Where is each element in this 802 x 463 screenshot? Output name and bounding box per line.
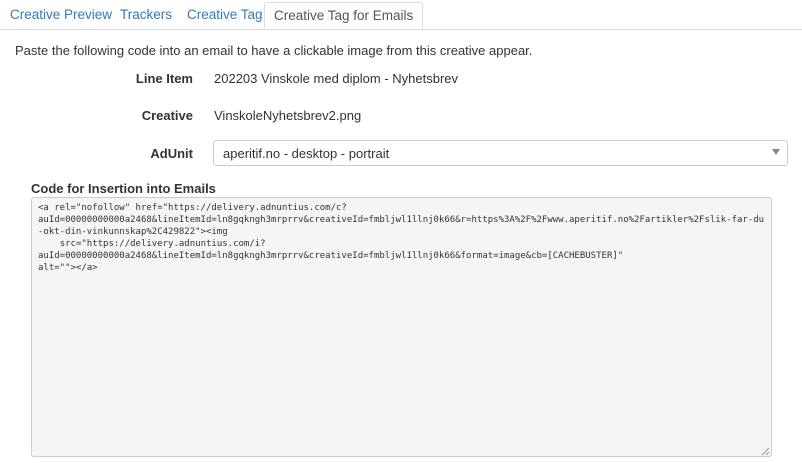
tab-creative-tag-for-emails[interactable]: Creative Tag for Emails bbox=[264, 2, 424, 29]
resize-handle-icon[interactable] bbox=[760, 446, 770, 456]
creative-label: Creative bbox=[141, 108, 193, 123]
intro-text: Paste the following code into an email t… bbox=[15, 43, 533, 58]
caret-down-icon bbox=[772, 149, 780, 155]
line-item-label: Line Item bbox=[135, 71, 193, 86]
tab-creative-tag[interactable]: Creative Tag bbox=[187, 4, 263, 28]
adunit-selected-value: aperitif.no - desktop - portrait bbox=[223, 146, 390, 161]
creative-value: VinskoleNyhetsbrev2.png bbox=[214, 108, 362, 123]
code-label: Code for Insertion into Emails bbox=[31, 181, 216, 196]
tab-trackers[interactable]: Trackers bbox=[120, 4, 172, 28]
tab-bar: Creative Preview Trackers Creative Tag C… bbox=[0, 0, 802, 30]
adunit-select[interactable]: aperitif.no - desktop - portrait bbox=[213, 140, 788, 166]
line-item-value: 202203 Vinskole med diplom - Nyhetsbrev bbox=[214, 71, 459, 86]
email-code-textarea[interactable]: <a rel="nofollow" href="https://delivery… bbox=[31, 197, 772, 457]
tab-creative-preview[interactable]: Creative Preview bbox=[10, 4, 112, 28]
adunit-label: AdUnit bbox=[150, 146, 193, 161]
